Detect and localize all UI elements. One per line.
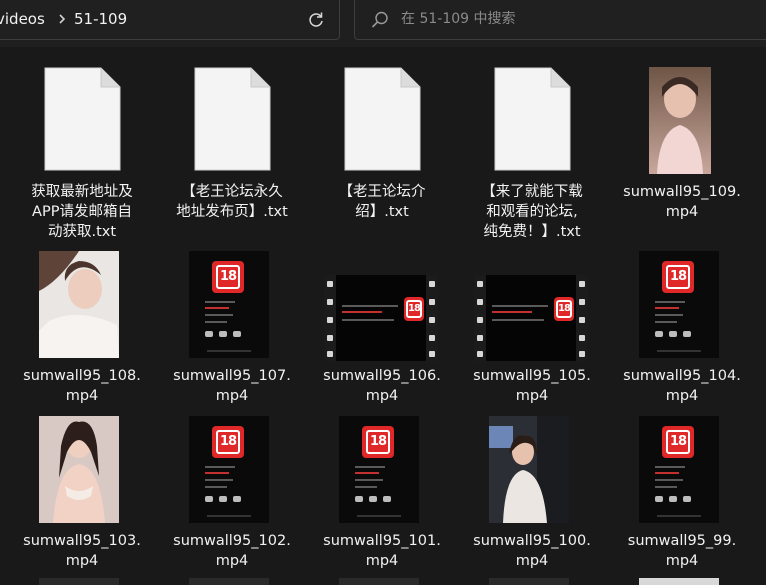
video-thumbnail: 18 — [474, 275, 588, 361]
file-name: sumwall95_107. mp4 — [173, 368, 291, 404]
file-name: 获取最新地址及 APP请发邮箱自 动获取.txt — [31, 184, 133, 240]
file-name: sumwall95_101. mp4 — [323, 533, 441, 569]
file-name: sumwall95_106. mp4 — [323, 368, 441, 404]
file-name: 【老王论坛介 绍】.txt — [338, 184, 426, 220]
video-thumbnail — [649, 67, 711, 174]
file-name: sumwall95_100. mp4 — [473, 533, 591, 569]
explorer-toolbar: videos 51-109 — [0, 0, 766, 47]
file-name: sumwall95_109. mp4 — [623, 184, 741, 220]
search-box[interactable] — [354, 0, 766, 40]
file-name: sumwall95_99. mp4 — [627, 533, 737, 569]
file-name: sumwall95_103. mp4 — [23, 533, 141, 569]
age-badge: 18 — [362, 426, 394, 458]
video-thumbnail: 18 — [189, 416, 269, 523]
address-bar[interactable]: videos 51-109 — [0, 0, 340, 40]
video-thumbnail: 18 — [639, 416, 719, 523]
video-thumbnail: 18 — [639, 251, 719, 358]
video-thumbnail: 18 — [339, 416, 419, 523]
video-thumbnail — [39, 416, 119, 523]
file-item-partial[interactable] — [489, 578, 569, 585]
age-badge: 18 — [212, 426, 244, 458]
file-name: 【来了就能下载 和观看的论坛, 纯免费！】.txt — [481, 184, 583, 240]
age-badge: 18 — [554, 297, 574, 321]
refresh-icon[interactable] — [303, 7, 329, 33]
age-badge: 18 — [662, 261, 694, 293]
chevron-right-icon[interactable] — [55, 9, 69, 29]
video-thumbnail: 18 — [324, 275, 438, 361]
age-badge: 18 — [662, 426, 694, 458]
file-name: 【老王论坛永久 地址发布页】.txt — [176, 184, 288, 220]
file-name: sumwall95_108. mp4 — [23, 368, 141, 404]
age-badge: 18 — [212, 261, 244, 293]
breadcrumb-videos[interactable]: videos — [0, 10, 45, 28]
search-icon — [371, 11, 388, 28]
file-name: sumwall95_102. mp4 — [173, 533, 291, 569]
text-file-icon — [307, 67, 457, 177]
video-thumbnail: 18 — [189, 251, 269, 358]
breadcrumb-51-109[interactable]: 51-109 — [74, 10, 127, 28]
file-name: sumwall95_105. mp4 — [473, 368, 591, 404]
search-input[interactable] — [401, 6, 741, 32]
file-item-partial[interactable] — [339, 578, 419, 585]
video-thumbnail — [39, 251, 119, 358]
file-item-partial[interactable] — [39, 578, 119, 585]
file-item-partial[interactable] — [189, 578, 269, 585]
text-file-icon — [457, 67, 607, 177]
file-name: sumwall95_104. mp4 — [623, 368, 741, 404]
file-item-partial[interactable] — [639, 578, 719, 585]
age-badge: 18 — [404, 297, 424, 321]
video-thumbnail — [489, 416, 569, 523]
text-file-icon — [7, 67, 157, 177]
text-file-icon — [157, 67, 307, 177]
